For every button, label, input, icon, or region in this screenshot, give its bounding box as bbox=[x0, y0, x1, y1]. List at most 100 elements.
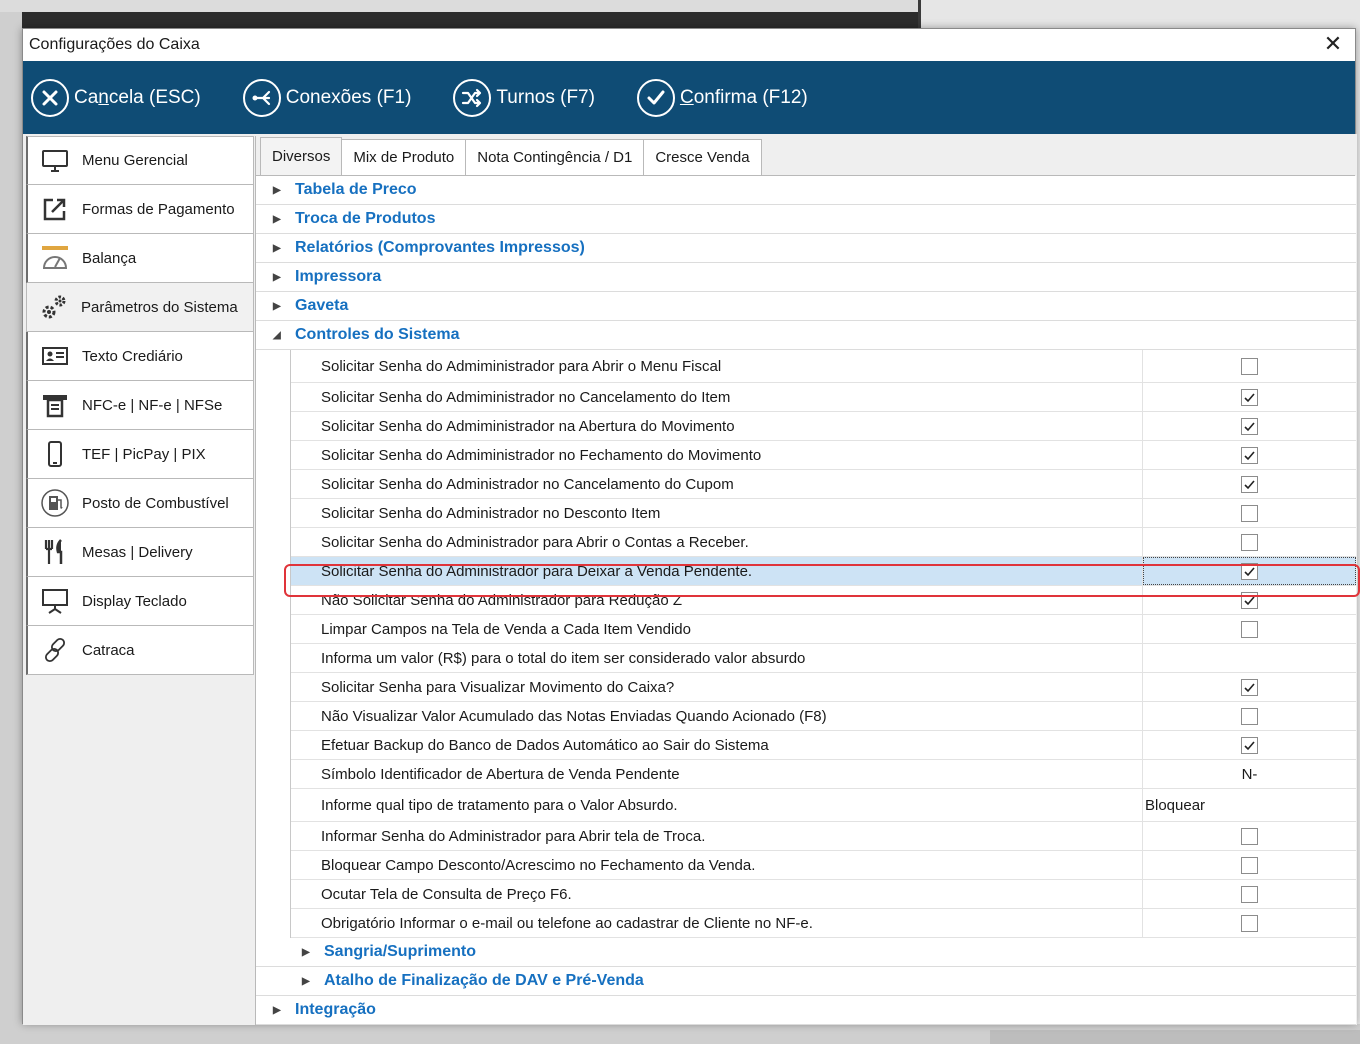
setting-row[interactable]: Solicitar Senha do Admiministrador no Ca… bbox=[291, 383, 1356, 412]
setting-value bbox=[1143, 851, 1356, 879]
sidebar-item-texto-crediario[interactable]: Texto Crediário bbox=[26, 332, 254, 381]
sidebar-item-tef[interactable]: TEF | PicPay | PIX bbox=[26, 430, 254, 479]
setting-row[interactable]: Não Solicitar Senha do Administrador par… bbox=[291, 586, 1356, 615]
setting-value[interactable]: N- bbox=[1143, 760, 1356, 788]
setting-row[interactable]: Ocutar Tela de Consulta de Preço F6. bbox=[291, 880, 1356, 909]
setting-row[interactable]: Bloquear Campo Desconto/Acrescimo no Fec… bbox=[291, 851, 1356, 880]
checkbox-unchecked[interactable] bbox=[1241, 620, 1258, 638]
shifts-button[interactable]: Turnos (F7) bbox=[453, 78, 595, 117]
checkbox-unchecked[interactable] bbox=[1241, 707, 1258, 725]
setting-row[interactable]: Solicitar Senha do Administrador para Ab… bbox=[291, 528, 1356, 557]
group-gaveta[interactable]: ▶ Gaveta bbox=[256, 292, 1356, 321]
setting-row[interactable]: Solicitar Senha do Administrador no Desc… bbox=[291, 499, 1356, 528]
group-relatorios[interactable]: ▶ Relatórios (Comprovantes Impressos) bbox=[256, 234, 1356, 263]
cancel-icon bbox=[31, 78, 69, 117]
setting-row[interactable]: Limpar Campos na Tela de Venda a Cada It… bbox=[291, 615, 1356, 644]
checkmark-icon bbox=[1244, 740, 1255, 750]
checkbox-checked[interactable] bbox=[1241, 388, 1258, 406]
checkbox-checked[interactable] bbox=[1241, 446, 1258, 464]
cancel-button[interactable]: Cancela (ESC) bbox=[31, 78, 201, 117]
sidebar-item-posto[interactable]: Posto de Combustível bbox=[26, 479, 254, 528]
tab-diversos[interactable]: Diversos bbox=[260, 137, 343, 175]
group-controles-sistema[interactable]: ◢ Controles do Sistema bbox=[256, 321, 1356, 350]
sidebar-item-display[interactable]: Display Teclado bbox=[26, 577, 254, 626]
settings-tree: ▶ Tabela de Preco ▶ Troca de Produtos ▶ Rel… bbox=[256, 176, 1356, 1025]
setting-label: Informe qual tipo de tratamento para o V… bbox=[291, 789, 1143, 821]
id-card-icon bbox=[38, 339, 72, 373]
sidebar-item-label: TEF | PicPay | PIX bbox=[82, 445, 206, 463]
group-label: Gaveta bbox=[295, 297, 349, 314]
expand-arrow-icon: ▶ bbox=[302, 975, 310, 987]
sidebar-item-menu-gerencial[interactable]: Menu Gerencial bbox=[26, 136, 254, 185]
setting-value bbox=[1143, 586, 1356, 614]
setting-row[interactable]: Solicitar Senha do Administrador para De… bbox=[291, 557, 1356, 586]
tab-cresce-venda[interactable]: Cresce Venda bbox=[643, 139, 762, 175]
checkbox-checked[interactable] bbox=[1241, 591, 1258, 609]
sidebar-item-catraca[interactable]: Catraca bbox=[26, 626, 254, 675]
setting-row[interactable]: Solicitar Senha do Admiministrador para … bbox=[291, 350, 1356, 383]
shuffle-icon bbox=[453, 78, 492, 117]
group-label: Controles do Sistema bbox=[295, 326, 460, 343]
cutlery-icon bbox=[38, 535, 72, 569]
setting-label: Ocutar Tela de Consulta de Preço F6. bbox=[291, 880, 1143, 908]
checkbox-unchecked[interactable] bbox=[1241, 357, 1258, 375]
setting-value[interactable] bbox=[1143, 644, 1356, 672]
sidebar-item-balanca[interactable]: Balança bbox=[26, 234, 254, 283]
setting-label: Solicitar Senha do Administrador para De… bbox=[291, 557, 1143, 585]
checkbox-checked[interactable] bbox=[1241, 475, 1258, 493]
checkmark-icon bbox=[1244, 595, 1255, 605]
group-impressora[interactable]: ▶ Impressora bbox=[256, 263, 1356, 292]
group-tabela-preco[interactable]: ▶ Tabela de Preco bbox=[256, 176, 1356, 205]
setting-row[interactable]: Solicitar Senha do Admiministrador no Fe… bbox=[291, 441, 1356, 470]
setting-label: Informa um valor (R$) para o total do it… bbox=[291, 644, 1143, 672]
setting-value bbox=[1143, 499, 1356, 527]
checkbox-unchecked[interactable] bbox=[1241, 504, 1258, 522]
checkbox-unchecked[interactable] bbox=[1241, 914, 1258, 932]
setting-row[interactable]: Informa um valor (R$) para o total do it… bbox=[291, 644, 1356, 673]
setting-row[interactable]: Efetuar Backup do Banco de Dados Automát… bbox=[291, 731, 1356, 760]
checkbox-unchecked[interactable] bbox=[1241, 885, 1258, 903]
setting-row[interactable]: Informar Senha do Administrador para Abr… bbox=[291, 822, 1356, 851]
checkbox-checked[interactable] bbox=[1241, 562, 1258, 580]
tab-mix-produto[interactable]: Mix de Produto bbox=[341, 139, 467, 175]
checkbox-unchecked[interactable] bbox=[1241, 856, 1258, 874]
dialog-body: Menu Gerencial Formas de Pagamento Balan… bbox=[23, 134, 1357, 1025]
setting-value bbox=[1143, 702, 1356, 730]
config-dialog: Configurações do Caixa ✕ Cancela (ESC) C… bbox=[22, 28, 1357, 1025]
checkbox-unchecked[interactable] bbox=[1241, 827, 1258, 845]
checkbox-checked[interactable] bbox=[1241, 678, 1258, 696]
connections-button[interactable]: Conexões (F1) bbox=[242, 78, 411, 117]
setting-value[interactable]: Bloquear bbox=[1143, 789, 1356, 821]
group-label: Relatórios (Comprovantes Impressos) bbox=[295, 239, 585, 256]
checkmark-icon bbox=[1244, 479, 1255, 489]
cancel-label: Cancela (ESC) bbox=[74, 86, 201, 108]
setting-label: Informar Senha do Administrador para Abr… bbox=[291, 822, 1143, 850]
setting-row[interactable]: Obrigatório Informar o e-mail ou telefon… bbox=[291, 909, 1356, 938]
checkbox-checked[interactable] bbox=[1241, 736, 1258, 754]
setting-row[interactable]: Símbolo Identificador de Abertura de Ven… bbox=[291, 760, 1356, 789]
setting-row[interactable]: Solicitar Senha para Visualizar Moviment… bbox=[291, 673, 1356, 702]
group-sangria[interactable]: ▶ Sangria/Suprimento bbox=[256, 938, 1356, 967]
group-troca-produtos[interactable]: ▶ Troca de Produtos bbox=[256, 205, 1356, 234]
setting-row[interactable]: Não Visualizar Valor Acumulado das Notas… bbox=[291, 702, 1356, 731]
tab-nota-contingencia[interactable]: Nota Contingência / D1 bbox=[465, 139, 645, 175]
phone-icon bbox=[38, 437, 72, 471]
group-integracao[interactable]: ▶ Integração bbox=[256, 996, 1356, 1025]
checkbox-checked[interactable] bbox=[1241, 417, 1258, 435]
sidebar-item-formas-pagamento[interactable]: Formas de Pagamento bbox=[26, 185, 254, 234]
sidebar-item-label: Menu Gerencial bbox=[82, 152, 188, 169]
setting-row[interactable]: Solicitar Senha do Admiministrador na Ab… bbox=[291, 412, 1356, 441]
sidebar-item-parametros[interactable]: Parâmetros do Sistema bbox=[26, 283, 254, 332]
close-icon[interactable]: ✕ bbox=[1321, 32, 1345, 56]
background-window-bottom-box bbox=[990, 1030, 1360, 1044]
setting-row[interactable]: Informe qual tipo de tratamento para o V… bbox=[291, 789, 1356, 822]
group-label: Impressora bbox=[295, 268, 382, 285]
checkbox-unchecked[interactable] bbox=[1241, 533, 1258, 551]
setting-value bbox=[1143, 470, 1356, 498]
confirm-button[interactable]: Confirma (F12) bbox=[636, 78, 808, 117]
setting-value bbox=[1143, 528, 1356, 556]
group-atalho-dav[interactable]: ▶ Atalho de Finalização de DAV e Pré-Vend… bbox=[256, 967, 1356, 996]
setting-row[interactable]: Solicitar Senha do Administrador no Canc… bbox=[291, 470, 1356, 499]
sidebar-item-nfce[interactable]: NFC-e | NF-e | NFSe bbox=[26, 381, 254, 430]
sidebar-item-mesas[interactable]: Mesas | Delivery bbox=[26, 528, 254, 577]
